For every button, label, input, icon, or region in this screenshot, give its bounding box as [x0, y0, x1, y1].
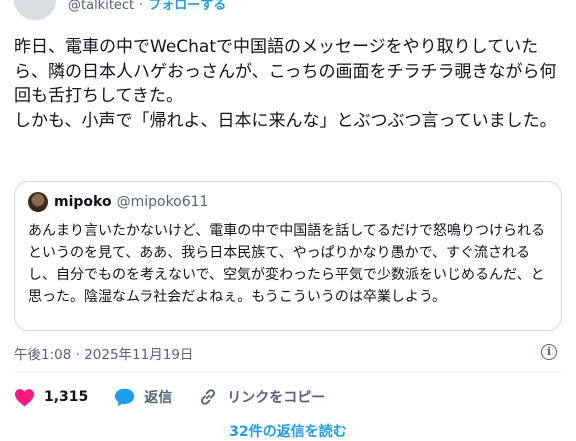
action-bar: 1,315 返信 リンクをコピー	[14, 385, 351, 409]
divider	[14, 372, 562, 373]
tweet-paragraph-1: 昨日、電車の中でWeChatで中国語のメッセージをやり取りしていたら、隣の日本人…	[14, 37, 557, 106]
quoted-author-avatar	[28, 192, 48, 212]
author-header: @talkitect · フォローする	[68, 0, 226, 15]
author-handle[interactable]: @talkitect	[68, 0, 134, 13]
read-replies-button[interactable]: 32件の返信を読む	[0, 421, 576, 441]
post-timestamp[interactable]: 午後1:08 · 2025年11月19日	[14, 343, 193, 363]
follow-button[interactable]: フォローする	[148, 0, 226, 13]
like-button[interactable]: 1,315	[14, 388, 88, 407]
reply-label: 返信	[144, 390, 173, 406]
author-avatar[interactable]	[14, 0, 56, 20]
quoted-post[interactable]: mipoko @mipoko611 あんまり言いたかないけど、電車の中で中国語を…	[14, 181, 562, 331]
quoted-post-text: あんまり言いたかないけど、電車の中で中国語を話してるだけで怒鳴りつけられるという…	[28, 223, 546, 305]
heart-icon	[15, 388, 34, 406]
like-count: 1,315	[44, 389, 89, 405]
quoted-author-handle: @mipoko611	[116, 194, 209, 210]
copy-link-button[interactable]: リンクをコピー	[198, 387, 325, 407]
copy-link-label: リンクをコピー	[227, 390, 326, 406]
reply-button[interactable]: 返信	[114, 387, 172, 407]
reply-icon	[115, 388, 135, 407]
header-separator: ·	[139, 0, 144, 13]
tweet-text: 昨日、電車の中でWeChatで中国語のメッセージをやり取りしていたら、隣の日本人…	[14, 35, 564, 133]
link-icon	[201, 389, 216, 405]
quoted-post-header: mipoko @mipoko611	[28, 192, 208, 212]
tweet-paragraph-2: しかも、小声で「帰れよ、日本に来んな」とぶつぶつ言っていました。	[14, 110, 557, 131]
quoted-author-name: mipoko	[54, 194, 112, 210]
info-icon[interactable]: i	[541, 344, 557, 360]
